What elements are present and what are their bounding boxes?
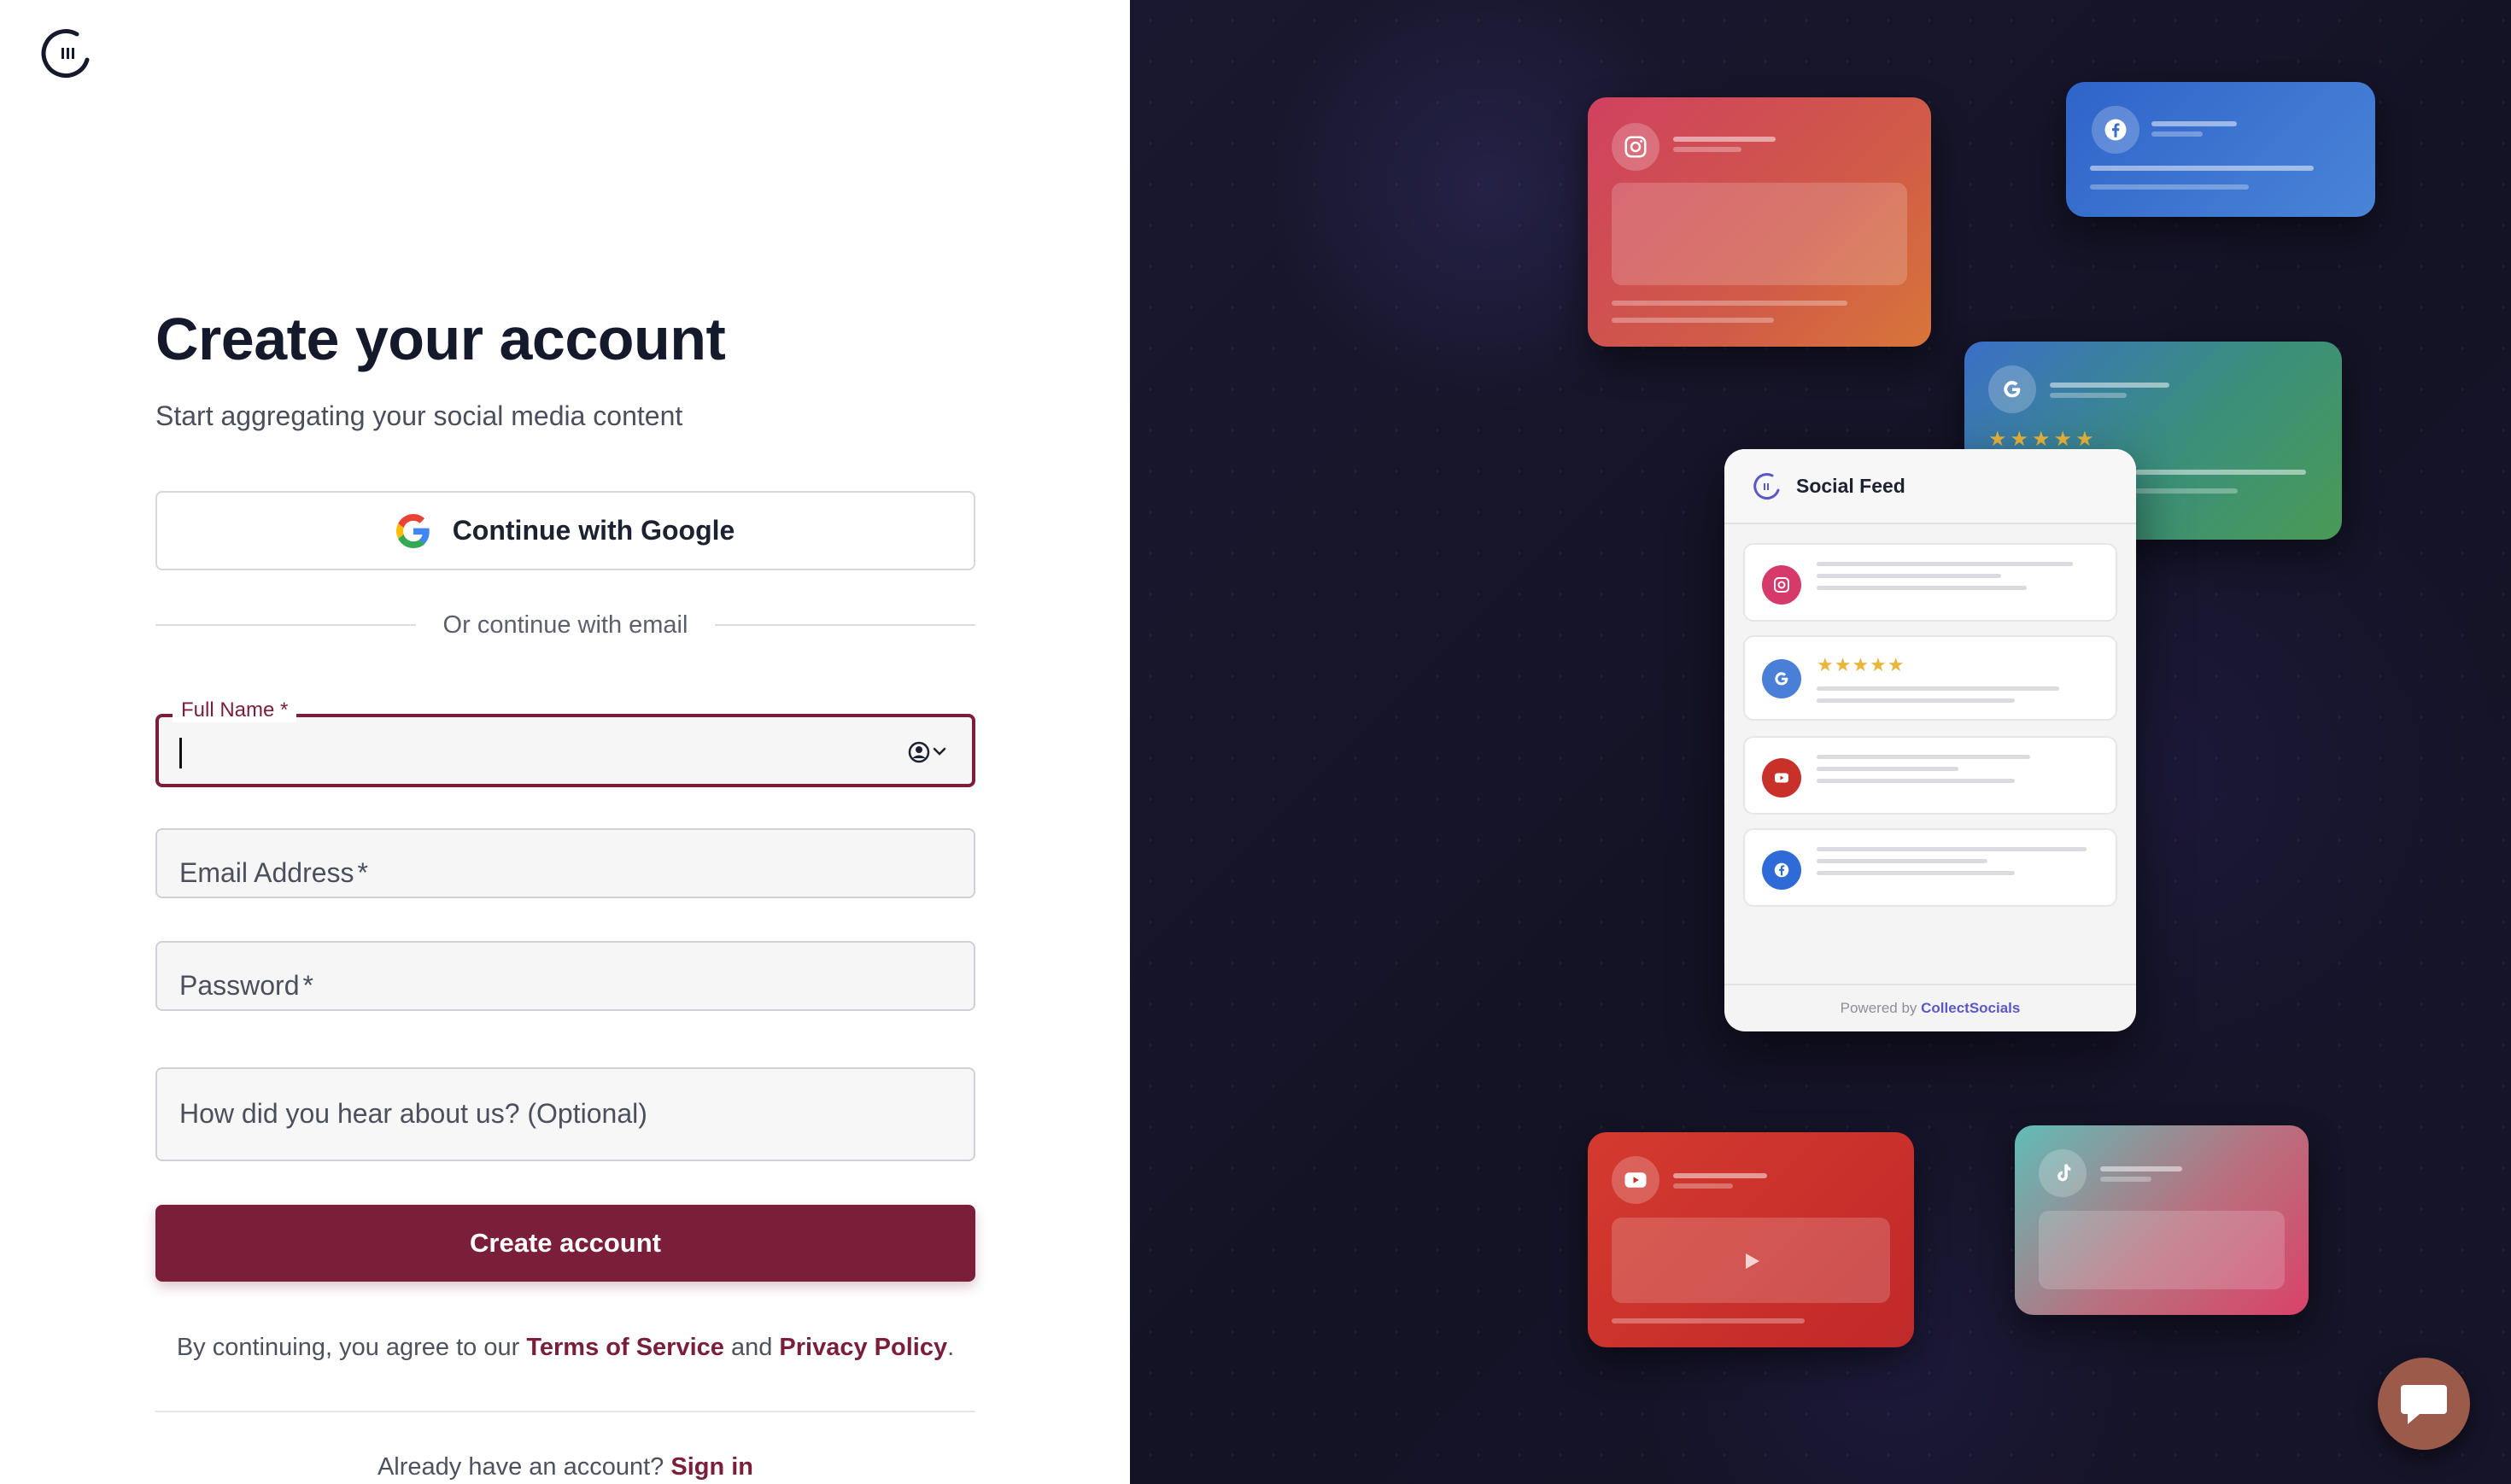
divider-line: [155, 624, 416, 626]
facebook-icon: [1762, 850, 1801, 890]
terms-of-service-link[interactable]: Terms of Service: [526, 1334, 724, 1361]
placeholder-line: [1673, 137, 1776, 142]
instagram-icon: [1762, 565, 1801, 605]
youtube-icon: [1612, 1156, 1659, 1204]
sign-in-link[interactable]: Sign in: [670, 1453, 753, 1481]
brand-link[interactable]: CollectSocials: [1921, 1000, 2020, 1016]
page-title: Create your account: [155, 306, 726, 372]
placeholder-line: [1817, 698, 2015, 703]
tiktok-icon: [2039, 1149, 2087, 1197]
placeholder-line: [1817, 686, 2059, 691]
signin-prompt: Already have an account? Sign in: [377, 1453, 754, 1481]
youtube-icon: [1762, 758, 1801, 798]
privacy-policy-link[interactable]: Privacy Policy: [779, 1334, 947, 1361]
signup-panel: Create your account Start aggregating yo…: [0, 0, 1130, 1484]
referral-select[interactable]: How did you hear about us? (Optional): [155, 1067, 975, 1161]
footer-divider: [155, 1411, 975, 1412]
placeholder-line: [2100, 1166, 2182, 1171]
feed-header: Social Feed: [1724, 449, 2136, 524]
placeholder-line: [2151, 131, 2203, 137]
page-subtitle: Start aggregating your social media cont…: [155, 400, 683, 431]
placeholder-line: [2090, 166, 2314, 171]
tiktok-card: [2015, 1125, 2309, 1315]
instagram-card: [1588, 97, 1931, 347]
google-icon: [395, 513, 430, 548]
facebook-card: [2066, 82, 2375, 217]
or-divider: Or continue with email: [155, 608, 975, 642]
continue-with-google-label: Continue with Google: [452, 515, 735, 546]
placeholder-line: [2100, 1177, 2151, 1182]
rating-stars: ★★★★★: [1817, 654, 1905, 675]
feed-item-google: ★★★★★: [1743, 635, 2117, 721]
media-placeholder: [2039, 1211, 2285, 1289]
placeholder-line: [1817, 755, 2030, 759]
feed-logo-icon: [1753, 473, 1780, 500]
feed-item-facebook: [1743, 828, 2117, 907]
divider-text: Or continue with email: [442, 611, 688, 639]
create-account-button[interactable]: Create account: [155, 1205, 975, 1282]
text-cursor: [179, 738, 182, 768]
placeholder-line: [1817, 586, 2027, 590]
social-feed-widget: Social Feed ★★★★★ Powered by CollectSoci…: [1724, 449, 2136, 1031]
feed-item-youtube: [1743, 736, 2117, 815]
placeholder-line: [2135, 488, 2238, 494]
google-icon: [1988, 365, 2036, 413]
placeholder-line: [2050, 393, 2127, 398]
terms-text: By continuing, you agree to our Terms of…: [176, 1334, 955, 1361]
placeholder-line: [1817, 562, 2073, 566]
placeholder-line: [1817, 871, 2015, 875]
placeholder-line: [1612, 318, 1774, 323]
full-name-field[interactable]: Full Name *: [155, 698, 975, 787]
placeholder-line: [1673, 1183, 1733, 1189]
placeholder-line: [1817, 779, 2015, 783]
placeholder-line: [1673, 147, 1741, 152]
preview-panel: ★★★★★ Social Feed ★★★★★ Powered by Colle…: [1130, 0, 2511, 1484]
placeholder-line: [1817, 859, 1987, 863]
placeholder-line: [1817, 574, 2001, 578]
placeholder-line: [2151, 121, 2237, 126]
facebook-icon: [2092, 106, 2139, 154]
referral-placeholder: How did you hear about us? (Optional): [179, 1098, 647, 1129]
chat-icon: [2401, 1385, 2447, 1424]
placeholder-line: [1673, 1173, 1767, 1178]
youtube-card: [1588, 1132, 1914, 1347]
password-field[interactable]: Password *: [155, 941, 975, 1011]
play-icon: [1746, 1253, 1759, 1269]
continue-with-google-button[interactable]: Continue with Google: [155, 491, 975, 570]
placeholder-line: [1817, 767, 1958, 771]
full-name-label: Full Name *: [173, 698, 297, 722]
media-placeholder: [1612, 183, 1907, 285]
password-placeholder: Password *: [179, 970, 313, 1001]
contact-autofill-icon[interactable]: [907, 739, 948, 765]
placeholder-line: [1612, 301, 1847, 306]
placeholder-line: [2090, 184, 2249, 190]
feed-title: Social Feed: [1796, 475, 1905, 497]
placeholder-line: [2050, 383, 2169, 388]
google-icon: [1762, 659, 1801, 698]
rating-stars: ★★★★★: [1988, 428, 2098, 451]
instagram-icon: [1612, 123, 1659, 171]
chat-widget-button[interactable]: [2378, 1358, 2470, 1450]
email-field[interactable]: Email Address *: [155, 828, 975, 898]
email-placeholder: Email Address *: [179, 857, 368, 888]
feed-item-instagram: [1743, 543, 2117, 622]
powered-by: Powered by CollectSocials: [1724, 984, 2136, 1031]
placeholder-line: [2135, 470, 2306, 475]
placeholder-line: [1817, 847, 2087, 851]
placeholder-line: [1612, 1318, 1805, 1323]
app-logo-icon[interactable]: [39, 26, 96, 82]
divider-line: [715, 624, 975, 626]
